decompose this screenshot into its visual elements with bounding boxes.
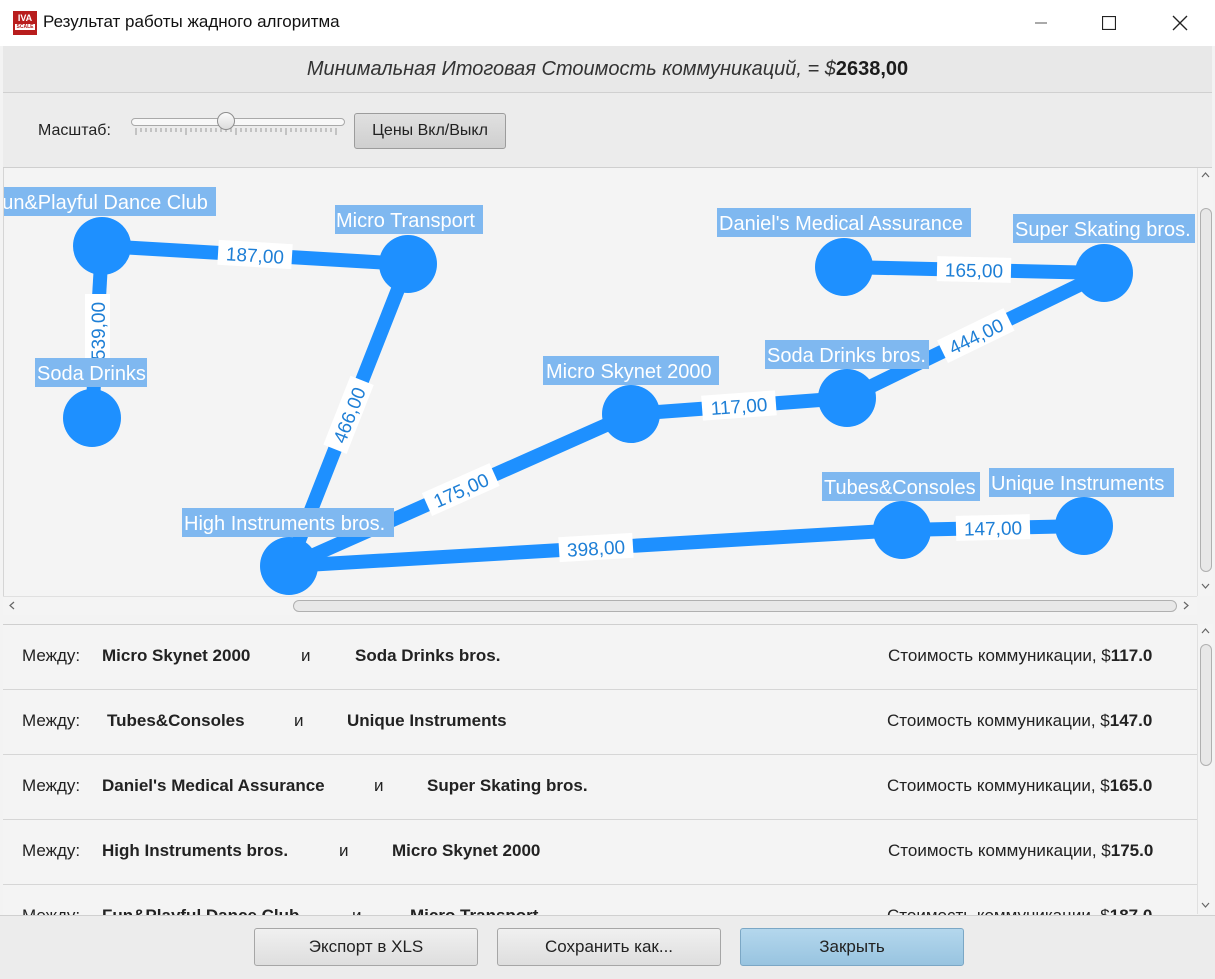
and-label: и <box>352 906 362 915</box>
list-item[interactable]: Между: Tubes&Consoles и Unique Instrumen… <box>3 690 1197 755</box>
summary-label: Минимальная Итоговая Стоимость коммуника… <box>306 58 836 80</box>
graph-canvas[interactable]: 187,00 539,00 466,00 175,00 117,00 444,0… <box>3 168 1198 596</box>
edge-label-tubes-unique: 147,00 <box>964 518 1023 540</box>
edge-label-skynet-soda-bros: 117,00 <box>710 395 768 420</box>
and-label: и <box>339 841 349 860</box>
node-micro-skynet[interactable] <box>602 385 660 443</box>
node-a-name: Micro Skynet 2000 <box>102 646 251 665</box>
summary-value: 2638,00 <box>835 58 909 80</box>
graph-svg: 187,00 539,00 466,00 175,00 117,00 444,0… <box>4 187 1195 595</box>
between-label: Между: <box>22 776 81 795</box>
save-as-button[interactable]: Сохранить как... <box>497 928 721 966</box>
slider-track <box>131 118 345 126</box>
edge-label-fun-soda: 539,00 <box>89 302 110 360</box>
graph-horizontal-scrollbar[interactable] <box>3 596 1197 615</box>
list-item[interactable]: Между: High Instruments bros. и Micro Sk… <box>3 820 1197 885</box>
slider-thumb[interactable] <box>217 112 235 130</box>
node-super-skating[interactable] <box>1075 244 1133 302</box>
close-icon <box>1172 15 1188 31</box>
title-bar: IVA SCALE Результат работы жадного алгори… <box>0 0 1215 46</box>
edge-label-fun-micro-transport: 187,00 <box>225 244 284 268</box>
node-b-name: Micro Skynet 2000 <box>392 841 541 860</box>
maximize-button[interactable] <box>1074 0 1144 46</box>
app-logo-icon: IVA SCALE <box>13 11 37 35</box>
scroll-up-icon[interactable] <box>1201 172 1210 178</box>
between-label: Между: <box>22 841 81 860</box>
maximize-icon <box>1102 16 1116 30</box>
toolbar: Масштаб: Цены Вкл/Выкл <box>3 93 1212 168</box>
scroll-left-icon[interactable] <box>9 601 15 610</box>
and-label: и <box>301 646 311 665</box>
scroll-down-icon[interactable] <box>1201 583 1210 589</box>
node-b-name: Soda Drinks bros. <box>355 646 501 665</box>
graph-horizontal-scroll-thumb[interactable] <box>293 600 1177 612</box>
node-a-name: High Instruments bros. <box>102 841 289 860</box>
node-a-name: Fun&Playful Dance Club <box>102 906 299 915</box>
node-label-micro-transport: Micro Transport <box>336 210 475 232</box>
list-item[interactable]: Между: Daniel's Medical Assurance и Supe… <box>3 755 1197 820</box>
cost-value: Стоимость коммуникации, $175.0 <box>888 841 1154 860</box>
list-vertical-scrollbar[interactable] <box>1197 624 1213 914</box>
node-a-name: Tubes&Consoles <box>107 711 245 730</box>
export-xls-button[interactable]: Экспорт в XLS <box>254 928 478 966</box>
between-label: Между: <box>22 646 81 665</box>
and-label: и <box>374 776 384 795</box>
result-list[interactable]: Между: Micro Skynet 2000 и Soda Drinks b… <box>3 624 1197 915</box>
edge-label-daniels-super: 165,00 <box>945 260 1004 282</box>
node-tubes[interactable] <box>873 501 931 559</box>
list-vertical-scroll-thumb[interactable] <box>1200 644 1212 766</box>
cost-value: Стоимость коммуникации, $165.0 <box>887 776 1153 795</box>
node-fun-playful[interactable] <box>73 217 131 275</box>
node-b-name: Unique Instruments <box>347 711 507 730</box>
minimize-icon <box>1035 22 1047 24</box>
scroll-up-icon[interactable] <box>1201 628 1210 634</box>
scale-label: Масштаб: <box>38 122 111 139</box>
node-high-instruments[interactable] <box>260 537 318 595</box>
cost-value: Стоимость коммуникации, $147.0 <box>887 711 1153 730</box>
scale-slider[interactable] <box>131 112 345 139</box>
graph-vertical-scroll-thumb[interactable] <box>1200 208 1212 572</box>
node-label-super-skating: Super Skating bros. <box>1015 219 1191 241</box>
node-soda-drinks[interactable] <box>63 389 121 447</box>
node-label-micro-skynet: Micro Skynet 2000 <box>546 361 712 383</box>
node-label-tubes: Tubes&Consoles <box>824 477 976 499</box>
node-a-name: Daniel's Medical Assurance <box>102 776 325 795</box>
node-micro-transport[interactable] <box>379 235 437 293</box>
window-title: Результат работы жадного алгоритма <box>43 12 340 31</box>
minimize-button[interactable] <box>1006 0 1076 46</box>
bottom-button-bar: Экспорт в XLS Сохранить как... Закрыть <box>0 915 1215 979</box>
between-label: Между: <box>22 711 81 730</box>
close-window-button[interactable] <box>1145 0 1215 46</box>
list-item[interactable]: Между: Micro Skynet 2000 и Soda Drinks b… <box>3 625 1197 690</box>
scroll-down-icon[interactable] <box>1201 902 1210 908</box>
node-soda-drinks-bros[interactable] <box>818 369 876 427</box>
toggle-prices-button[interactable]: Цены Вкл/Выкл <box>354 113 506 149</box>
cost-value: Стоимость коммуникации, $117.0 <box>888 646 1153 665</box>
list-item[interactable]: Между: Fun&Playful Dance Club и Micro Tr… <box>3 885 1197 915</box>
node-b-name: Micro Transport <box>410 906 538 915</box>
cost-value: Стоимость коммуникации, $187.0 <box>887 906 1152 915</box>
node-label-unique: Unique Instruments <box>991 473 1164 495</box>
node-label-soda-drinks-bros: Soda Drinks bros. <box>767 345 926 367</box>
node-label-soda-drinks: Soda Drinks <box>37 363 146 385</box>
scroll-right-icon[interactable] <box>1183 601 1189 610</box>
edge-label-high-tubes: 398,00 <box>566 537 625 561</box>
node-b-name: Super Skating bros. <box>427 776 588 795</box>
slider-ticks <box>135 128 337 135</box>
node-label-daniels: Daniel's Medical Assurance <box>719 213 963 235</box>
and-label: и <box>294 711 304 730</box>
node-unique[interactable] <box>1055 497 1113 555</box>
close-button[interactable]: Закрыть <box>740 928 964 966</box>
node-label-high-instruments: High Instruments bros. <box>184 513 385 535</box>
node-label-fun-playful: Fun&Playful Dance Club <box>4 192 208 214</box>
node-daniels[interactable] <box>815 238 873 296</box>
total-cost-summary: Минимальная Итоговая Стоимость коммуника… <box>3 46 1212 93</box>
between-label: Между: <box>22 906 80 915</box>
graph-vertical-scrollbar[interactable] <box>1197 168 1213 596</box>
